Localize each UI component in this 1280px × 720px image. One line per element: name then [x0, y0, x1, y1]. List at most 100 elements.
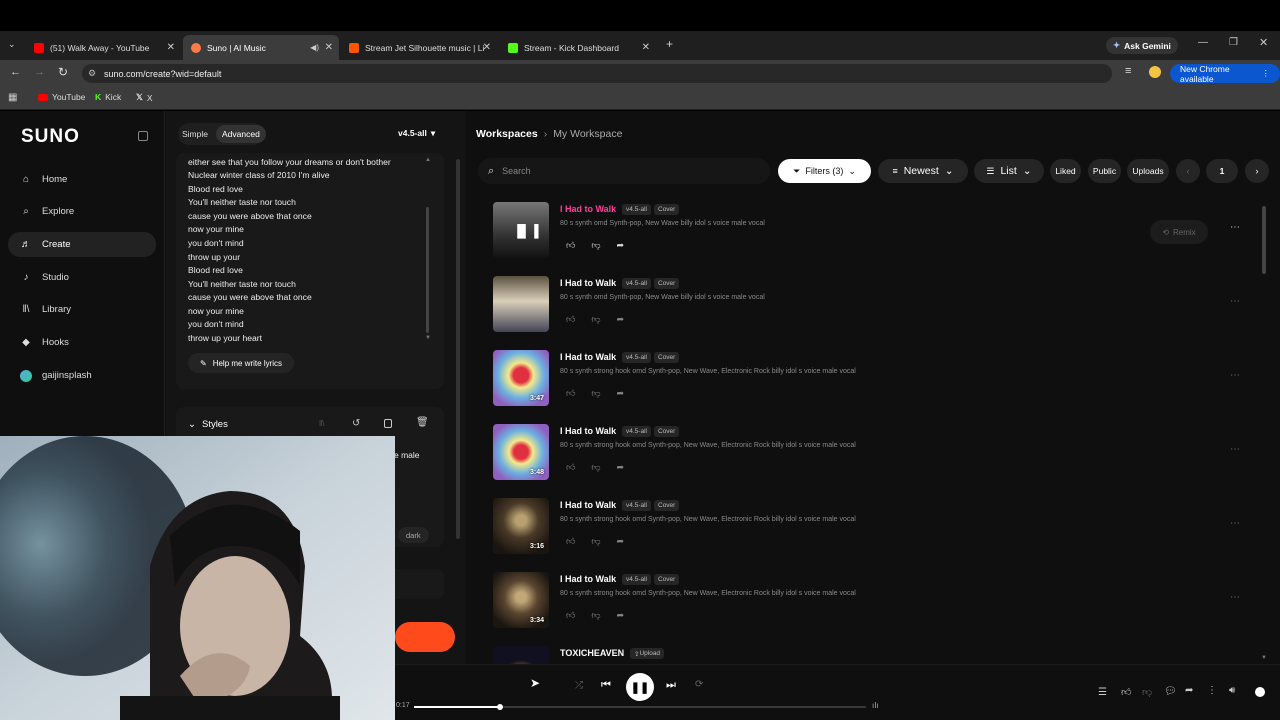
thumbs-up-icon[interactable]: 👍︎	[1121, 686, 1131, 698]
apps-grid-icon[interactable]: ▦	[8, 92, 17, 103]
thumbs-up-icon[interactable]: 👍︎	[566, 240, 575, 251]
close-icon[interactable]: ✕	[325, 42, 333, 53]
previous-track-icon[interactable]: ⏮	[601, 679, 611, 692]
sidebar-item-studio[interactable]: ♪ Studio	[8, 265, 156, 290]
thumbs-down-icon[interactable]: 👎︎	[591, 240, 600, 251]
style-tag[interactable]: dark	[398, 527, 429, 543]
tab-soundcloud[interactable]: Stream Jet Silhouette music | Li ✕	[341, 35, 497, 60]
pause-button[interactable]: ❚❚	[626, 673, 654, 701]
share-icon[interactable]: ➦	[617, 536, 625, 547]
thumbs-up-icon[interactable]: 👍︎	[566, 314, 575, 325]
thumbs-up-icon[interactable]: 👍︎	[566, 536, 575, 547]
breadcrumb-workspaces[interactable]: Workspaces	[476, 128, 538, 140]
queue-icon[interactable]: ☰	[1098, 687, 1107, 698]
forward-button[interactable]: →	[34, 66, 45, 78]
song-cover[interactable]	[493, 646, 549, 664]
close-icon[interactable]: ✕	[167, 42, 175, 53]
thumbs-down-icon[interactable]: 👎︎	[591, 314, 600, 325]
sidebar-item-profile[interactable]: gaijinsplash	[8, 363, 156, 388]
more-options-icon[interactable]: ⋯	[1230, 444, 1240, 455]
trash-icon[interactable]: 🗑	[416, 417, 429, 428]
song-row[interactable]: 3:47 I Had to Walk v4.5-all Cover 80 s s…	[490, 348, 1270, 414]
bookmark-youtube[interactable]: YouTube	[38, 92, 85, 102]
more-options-icon[interactable]: ⋯	[1230, 222, 1240, 233]
page-number[interactable]: 1	[1206, 159, 1238, 183]
song-row[interactable]: 3:34 I Had to Walk v4.5-all Cover 80 s s…	[490, 570, 1270, 636]
library-icon[interactable]: ǁ\	[319, 419, 325, 428]
song-title[interactable]: TOXICHEAVEN	[560, 648, 624, 658]
thumbs-down-icon[interactable]: 👎︎	[1142, 686, 1152, 698]
more-options-icon[interactable]: ⋯	[1230, 370, 1240, 381]
song-title[interactable]: I Had to Walk	[560, 574, 616, 584]
liked-filter-button[interactable]: Liked	[1050, 159, 1081, 183]
public-filter-button[interactable]: Public	[1088, 159, 1121, 183]
song-cover[interactable]: 3:16	[493, 498, 549, 554]
maximize-button[interactable]: ❐	[1229, 37, 1238, 48]
lyrics-scrollbar[interactable]	[426, 207, 429, 333]
more-options-icon[interactable]: ⋯	[1230, 518, 1240, 529]
thumbs-up-icon[interactable]: 👍︎	[566, 462, 575, 473]
thumbs-down-icon[interactable]: 👎︎	[591, 388, 600, 399]
ask-gemini-button[interactable]: ✦ Ask Gemini	[1106, 37, 1178, 54]
reading-list-icon[interactable]: ≡	[1125, 65, 1131, 77]
speaker-icon[interactable]: ◀)	[310, 43, 319, 52]
comment-icon[interactable]: 💬︎	[1164, 686, 1177, 697]
song-row[interactable]: 3:16 I Had to Walk v4.5-all Cover 80 s s…	[490, 496, 1270, 562]
share-icon[interactable]: ➦	[617, 240, 625, 251]
styles-header[interactable]: ⌄ Styles	[188, 419, 228, 430]
remix-button[interactable]: ⟲ Remix	[1150, 220, 1208, 244]
minimize-button[interactable]: —	[1198, 37, 1208, 48]
song-title[interactable]: I Had to Walk	[560, 278, 616, 288]
song-title[interactable]: I Had to Walk	[560, 426, 616, 436]
share-icon[interactable]: ➦	[617, 462, 625, 473]
share-icon[interactable]: ➦	[1185, 685, 1193, 696]
song-title[interactable]: I Had to Walk	[560, 352, 616, 362]
share-icon[interactable]: ➦	[617, 388, 625, 399]
shuffle-icon[interactable]: ⤮	[575, 680, 583, 691]
thumbs-up-icon[interactable]: 👍︎	[566, 610, 575, 621]
sidebar-item-library[interactable]: ǁ\ Library	[8, 297, 156, 322]
uploads-filter-button[interactable]: Uploads	[1127, 159, 1169, 183]
info-icon[interactable]	[1255, 687, 1265, 697]
profile-avatar[interactable]	[1149, 66, 1161, 78]
song-cover[interactable]: 3:47	[493, 350, 549, 406]
site-info-icon[interactable]: ⚙	[88, 68, 96, 79]
scroll-down-icon[interactable]: ▼	[425, 335, 431, 341]
bookmark-x[interactable]: 𝕏X	[136, 92, 153, 103]
suno-logo[interactable]: SUNO	[21, 126, 80, 148]
view-select[interactable]: ☰ List ⌄	[974, 159, 1044, 183]
sidebar-item-create[interactable]: ♬ Create	[8, 232, 156, 257]
tab-kick[interactable]: Stream - Kick Dashboard ✕	[500, 35, 656, 60]
back-button[interactable]: ←	[10, 66, 21, 78]
mode-simple-button[interactable]: Simple	[182, 129, 208, 139]
close-icon[interactable]: ✕	[642, 42, 650, 53]
repeat-icon[interactable]: ⟳	[695, 679, 703, 690]
song-row[interactable]: ▐▌▐ I Had to Walk v4.5-all Cover 80 s sy…	[490, 200, 1270, 266]
help-write-lyrics-button[interactable]: ✎ Help me write lyrics	[188, 353, 295, 373]
reload-button[interactable]: ↻	[58, 65, 68, 79]
copy-icon[interactable]	[384, 419, 392, 428]
more-options-icon[interactable]: ⋮	[1207, 685, 1217, 696]
thumbs-up-icon[interactable]: 👍︎	[566, 388, 575, 399]
share-icon[interactable]: ➦	[617, 610, 625, 621]
thumbs-down-icon[interactable]: 👎︎	[591, 462, 600, 473]
song-row[interactable]: TOXICHEAVEN ⇪ Upload	[490, 644, 1270, 664]
scroll-up-icon[interactable]: ▲	[425, 157, 431, 163]
thumbs-down-icon[interactable]: 👎︎	[591, 536, 600, 547]
new-chrome-available-button[interactable]: New Chrome available ⋮	[1170, 64, 1280, 84]
progress-track[interactable]	[414, 704, 866, 710]
sidebar-item-home[interactable]: ⌂ Home	[8, 167, 156, 192]
sort-select[interactable]: ≡ Newest ⌄	[878, 159, 968, 183]
search-input[interactable]: ⌕ Search	[478, 158, 770, 184]
close-window-button[interactable]: ✕	[1259, 36, 1268, 49]
next-page-button[interactable]: ›	[1245, 159, 1269, 183]
url-field[interactable]: ⚙ suno.com/create?wid=default	[82, 64, 1112, 83]
close-icon[interactable]: ✕	[483, 42, 491, 53]
prev-page-button[interactable]: ‹	[1176, 159, 1200, 183]
song-cover[interactable]: 3:34	[493, 572, 549, 628]
sidebar-item-explore[interactable]: ⌕ Explore	[8, 199, 156, 224]
volume-icon[interactable]: 🔊︎	[1229, 685, 1235, 696]
version-select[interactable]: v4.5-all ▾	[398, 128, 435, 139]
tab-search-icon[interactable]: ⌄	[8, 39, 16, 50]
progress-handle[interactable]	[496, 704, 503, 710]
